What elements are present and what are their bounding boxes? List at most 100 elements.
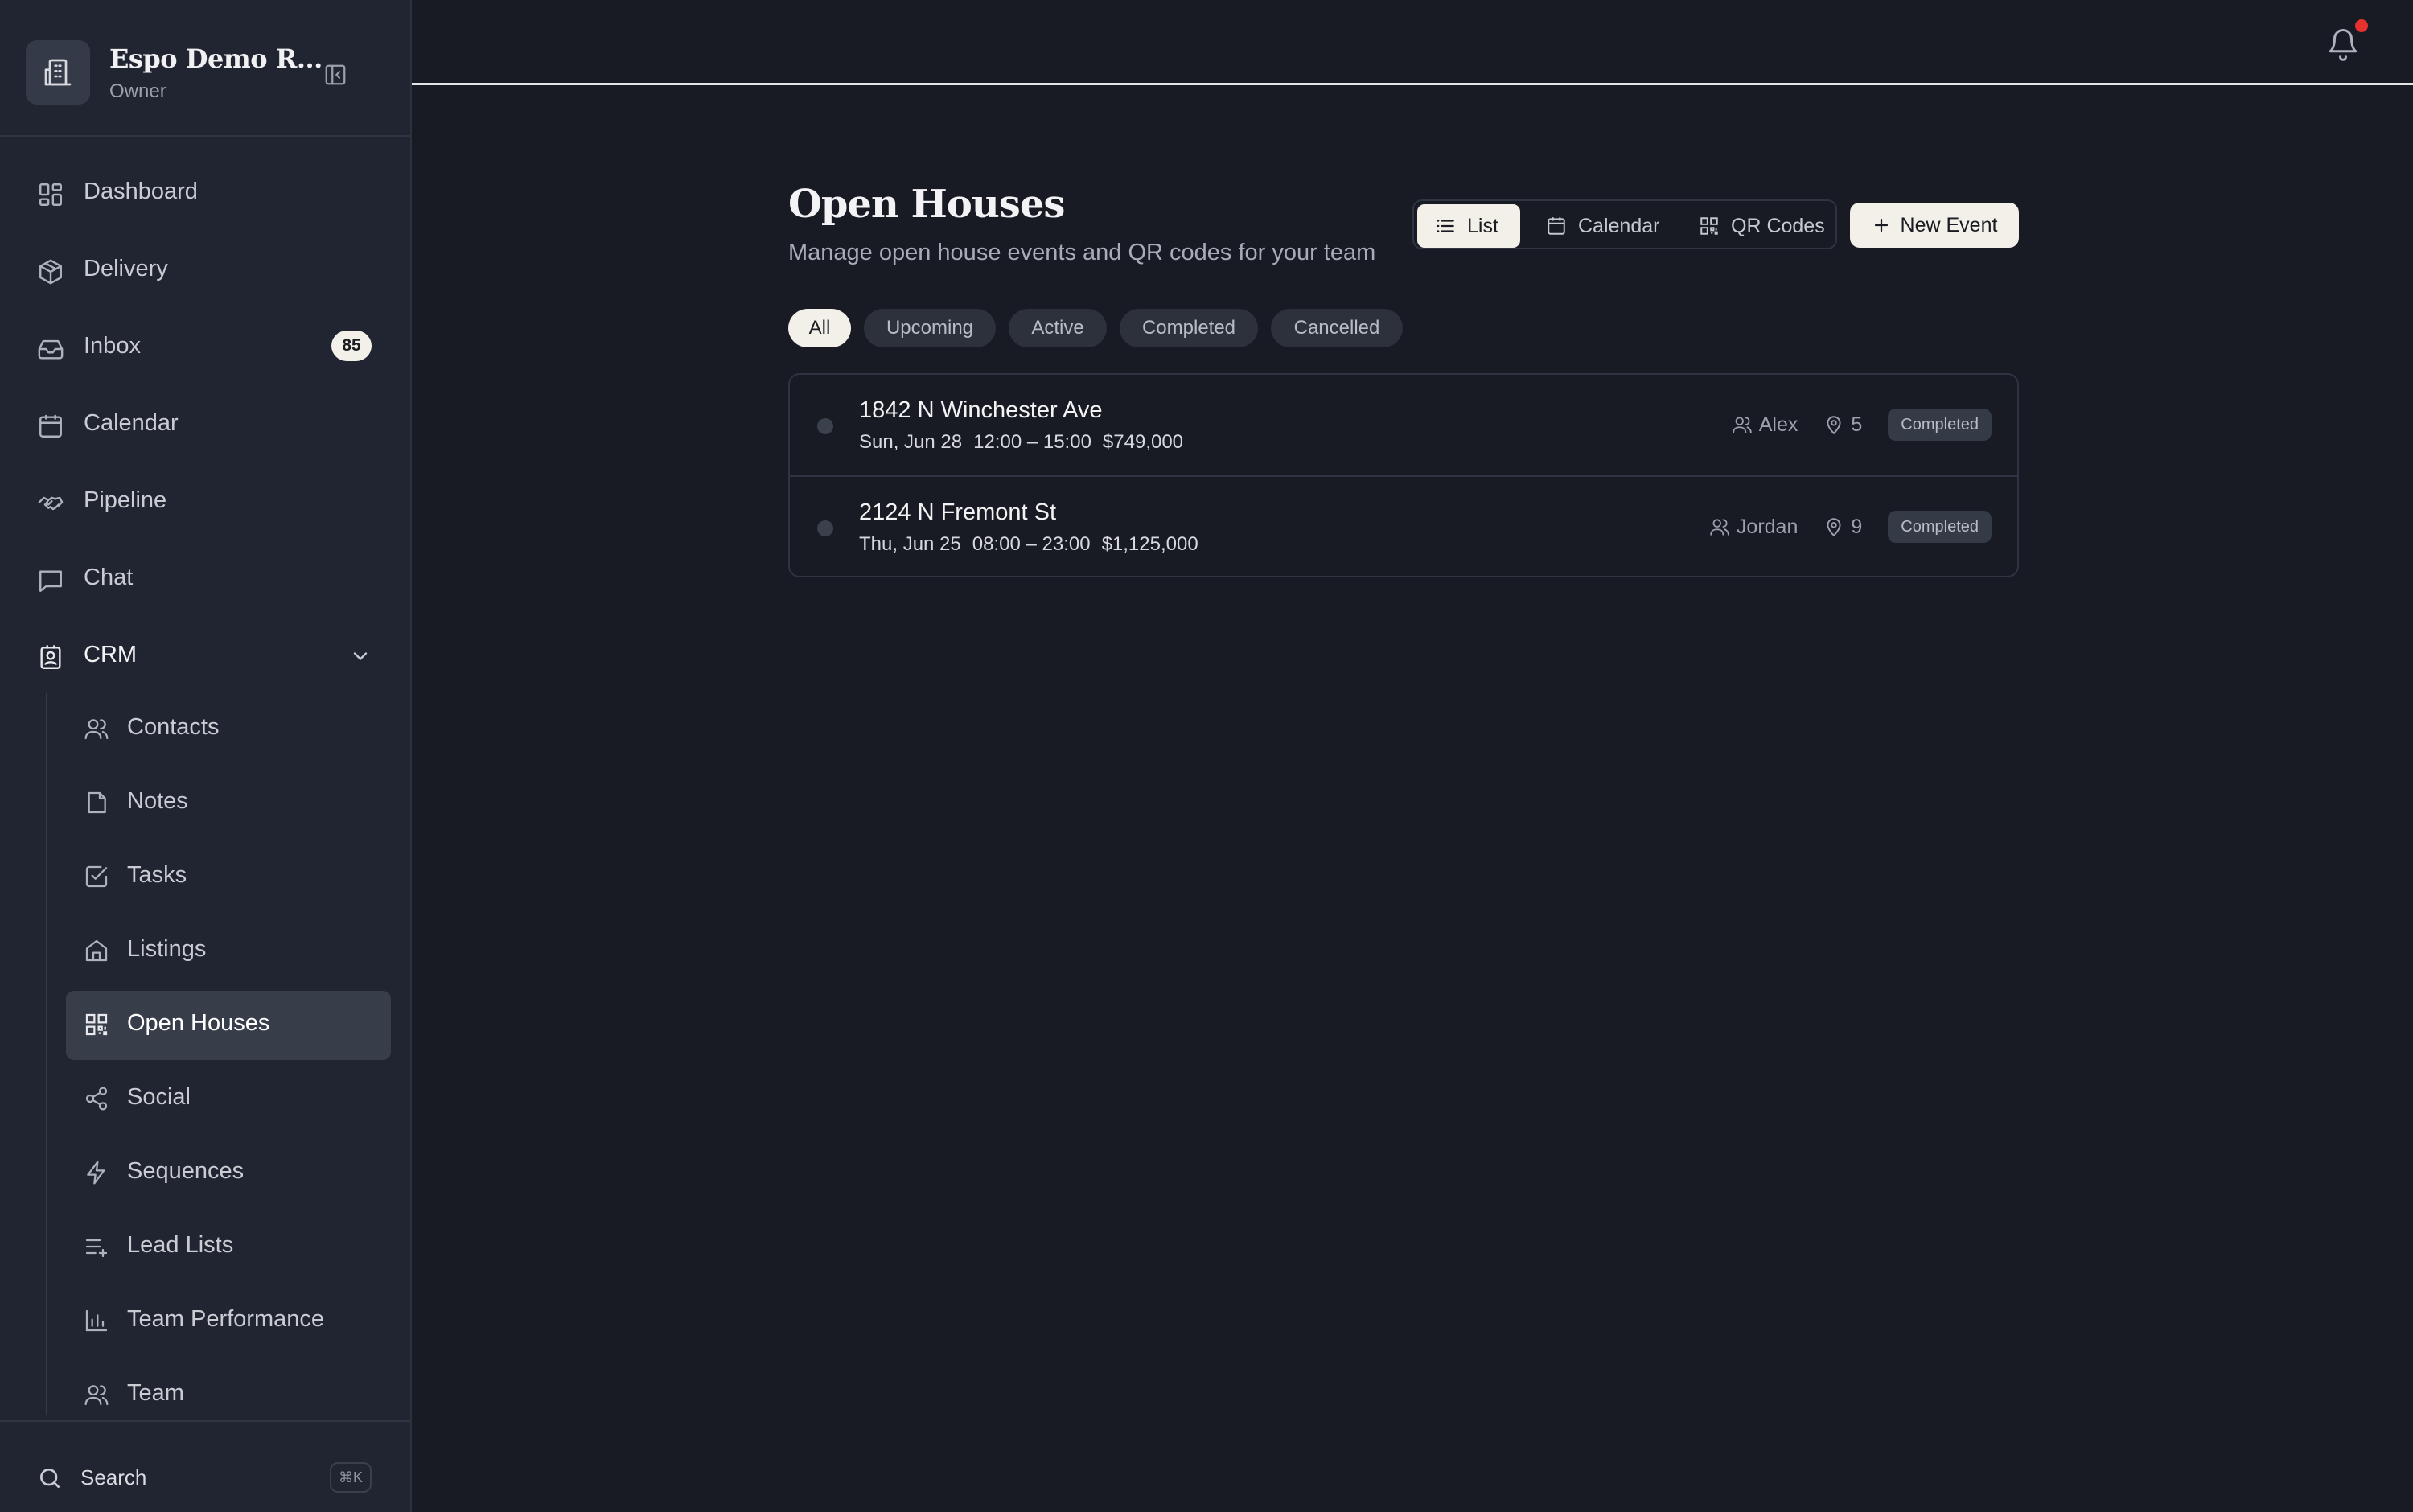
sidebar-item-lead-lists[interactable]: Lead Lists	[66, 1213, 391, 1282]
view-calendar-label: Calendar	[1578, 214, 1660, 237]
event-visitor-count: 5	[1851, 413, 1863, 436]
workspace-header[interactable]: Espo Demo R... Owner	[0, 0, 410, 137]
calendar-icon	[39, 414, 62, 438]
share-icon	[85, 1087, 108, 1111]
event-meta: Sun, Jun 28 12:00 – 15:00 $749,000	[859, 431, 1194, 454]
filter-completed[interactable]: Completed	[1120, 309, 1258, 347]
sidebar-item-calendar[interactable]: Calendar	[0, 394, 410, 452]
sidebar-item-label: Chat	[84, 565, 134, 590]
sidebar-item-team-performance[interactable]: Team Performance	[66, 1287, 391, 1356]
sidebar-item-chat[interactable]: Chat	[0, 549, 410, 606]
open-house-row[interactable]: 1842 N Winchester Ave Sun, Jun 28 12:00 –…	[790, 375, 2017, 475]
inbox-icon	[38, 339, 64, 360]
top-bar	[412, 0, 2413, 85]
package-icon	[39, 259, 62, 285]
sidebar-item-label: Contacts	[127, 714, 220, 740]
sidebar-item-label: Open Houses	[127, 1010, 270, 1036]
plus-icon	[1874, 218, 1888, 232]
sidebar-item-label: Notes	[127, 788, 188, 814]
sidebar-item-notes[interactable]: Notes	[66, 769, 391, 838]
qr-code-icon	[85, 1013, 108, 1036]
event-visitor-count: 9	[1851, 515, 1863, 538]
dashboard-icon	[39, 183, 62, 206]
contact-book-icon	[40, 645, 61, 669]
sidebar-item-tasks[interactable]: Tasks	[66, 843, 391, 912]
filter-all[interactable]: All	[788, 309, 851, 347]
map-pin-icon	[1827, 416, 1841, 435]
sidebar-item-sequences[interactable]: Sequences	[66, 1139, 391, 1208]
search-label: Search	[80, 1465, 147, 1489]
event-agent: Alex	[1732, 413, 1798, 437]
search-icon	[40, 1469, 60, 1488]
status-badge: Completed	[1888, 511, 1992, 543]
view-switcher: List Calendar QR Codes	[1412, 199, 1837, 249]
home-icon	[85, 939, 108, 962]
sidebar-item-label: Inbox	[84, 333, 141, 359]
status-dot	[817, 418, 833, 434]
calendar-icon	[1548, 217, 1565, 235]
sidebar-item-label: Tasks	[127, 862, 187, 888]
sidebar-item-dashboard[interactable]: Dashboard	[0, 162, 410, 220]
page-title: Open Houses	[788, 182, 1065, 227]
handshake-icon	[38, 496, 64, 511]
event-price: $1,125,000	[1101, 533, 1198, 555]
status-badge: Completed	[1888, 409, 1992, 441]
crm-tree-line	[46, 693, 47, 1415]
event-time: 12:00 – 15:00	[973, 431, 1091, 453]
sidebar-item-label: Social	[127, 1084, 191, 1110]
view-calendar-button[interactable]: Calendar	[1536, 204, 1681, 248]
filter-upcoming[interactable]: Upcoming	[864, 309, 996, 347]
new-event-button[interactable]: New Event	[1850, 203, 2019, 248]
sidebar-item-label: Pipeline	[84, 487, 167, 513]
list-icon	[1437, 220, 1454, 232]
view-qr-codes-button[interactable]: QR Codes	[1689, 204, 1834, 248]
view-list-label: List	[1467, 214, 1498, 237]
notification-dot	[2355, 19, 2368, 32]
sidebar-item-open-houses[interactable]: Open Houses	[66, 991, 391, 1060]
event-agent-name: Alex	[1758, 413, 1798, 436]
event-address: 2124 N Fremont St	[859, 499, 1056, 525]
users-icon	[84, 719, 109, 740]
view-list-button[interactable]: List	[1417, 204, 1520, 248]
users-icon	[1732, 417, 1752, 433]
lightning-icon	[87, 1161, 105, 1185]
event-agent-name: Jordan	[1736, 515, 1798, 538]
open-house-row[interactable]: 2124 N Fremont St Thu, Jun 25 08:00 – 23:…	[790, 475, 2017, 576]
search-shortcut: ⌘K	[330, 1462, 372, 1493]
list-plus-icon	[85, 1239, 108, 1258]
building-icon	[26, 40, 90, 105]
page-subtitle: Manage open house events and QR codes fo…	[788, 240, 1376, 265]
notification-bell-icon[interactable]	[2326, 27, 2360, 61]
event-date: Thu, Jun 25	[859, 533, 961, 555]
sidebar-item-label: Dashboard	[84, 179, 198, 204]
checkbox-icon	[85, 865, 108, 888]
event-meta: Thu, Jun 25 08:00 – 23:00 $1,125,000	[859, 533, 1210, 556]
sidebar-item-delivery[interactable]: Delivery	[0, 240, 410, 298]
event-address: 1842 N Winchester Ave	[859, 397, 1103, 423]
sidebar-item-pipeline[interactable]: Pipeline	[0, 471, 410, 529]
chat-icon	[39, 570, 62, 592]
sidebar-search[interactable]: Search ⌘K	[0, 1420, 410, 1512]
sidebar-item-contacts[interactable]: Contacts	[66, 695, 391, 764]
chevron-down-icon[interactable]	[349, 645, 372, 668]
sidebar-item-label: Team	[127, 1380, 184, 1406]
sidebar-item-listings[interactable]: Listings	[66, 917, 391, 986]
event-details: Alex 5 Completed	[1732, 407, 1992, 442]
sidebar-item-label: Delivery	[84, 256, 168, 281]
note-icon	[88, 791, 106, 814]
event-time: 08:00 – 23:00	[972, 533, 1091, 555]
sidebar-item-label: Sequences	[127, 1158, 245, 1184]
sidebar-item-inbox[interactable]: Inbox 85	[0, 317, 410, 375]
sidebar-collapse-icon[interactable]	[322, 61, 349, 88]
sidebar-item-label: Lead Lists	[127, 1232, 234, 1258]
qr-code-icon	[1700, 217, 1718, 235]
workspace-role: Owner	[109, 80, 166, 102]
bar-chart-icon	[85, 1309, 108, 1332]
sidebar-item-crm[interactable]: CRM	[0, 626, 410, 684]
inbox-count-badge: 85	[331, 331, 372, 361]
sidebar-item-social[interactable]: Social	[66, 1065, 391, 1134]
filter-active[interactable]: Active	[1009, 309, 1107, 347]
users-icon	[84, 1385, 109, 1406]
event-visitors: 5	[1823, 413, 1862, 437]
filter-cancelled[interactable]: Cancelled	[1271, 309, 1403, 347]
